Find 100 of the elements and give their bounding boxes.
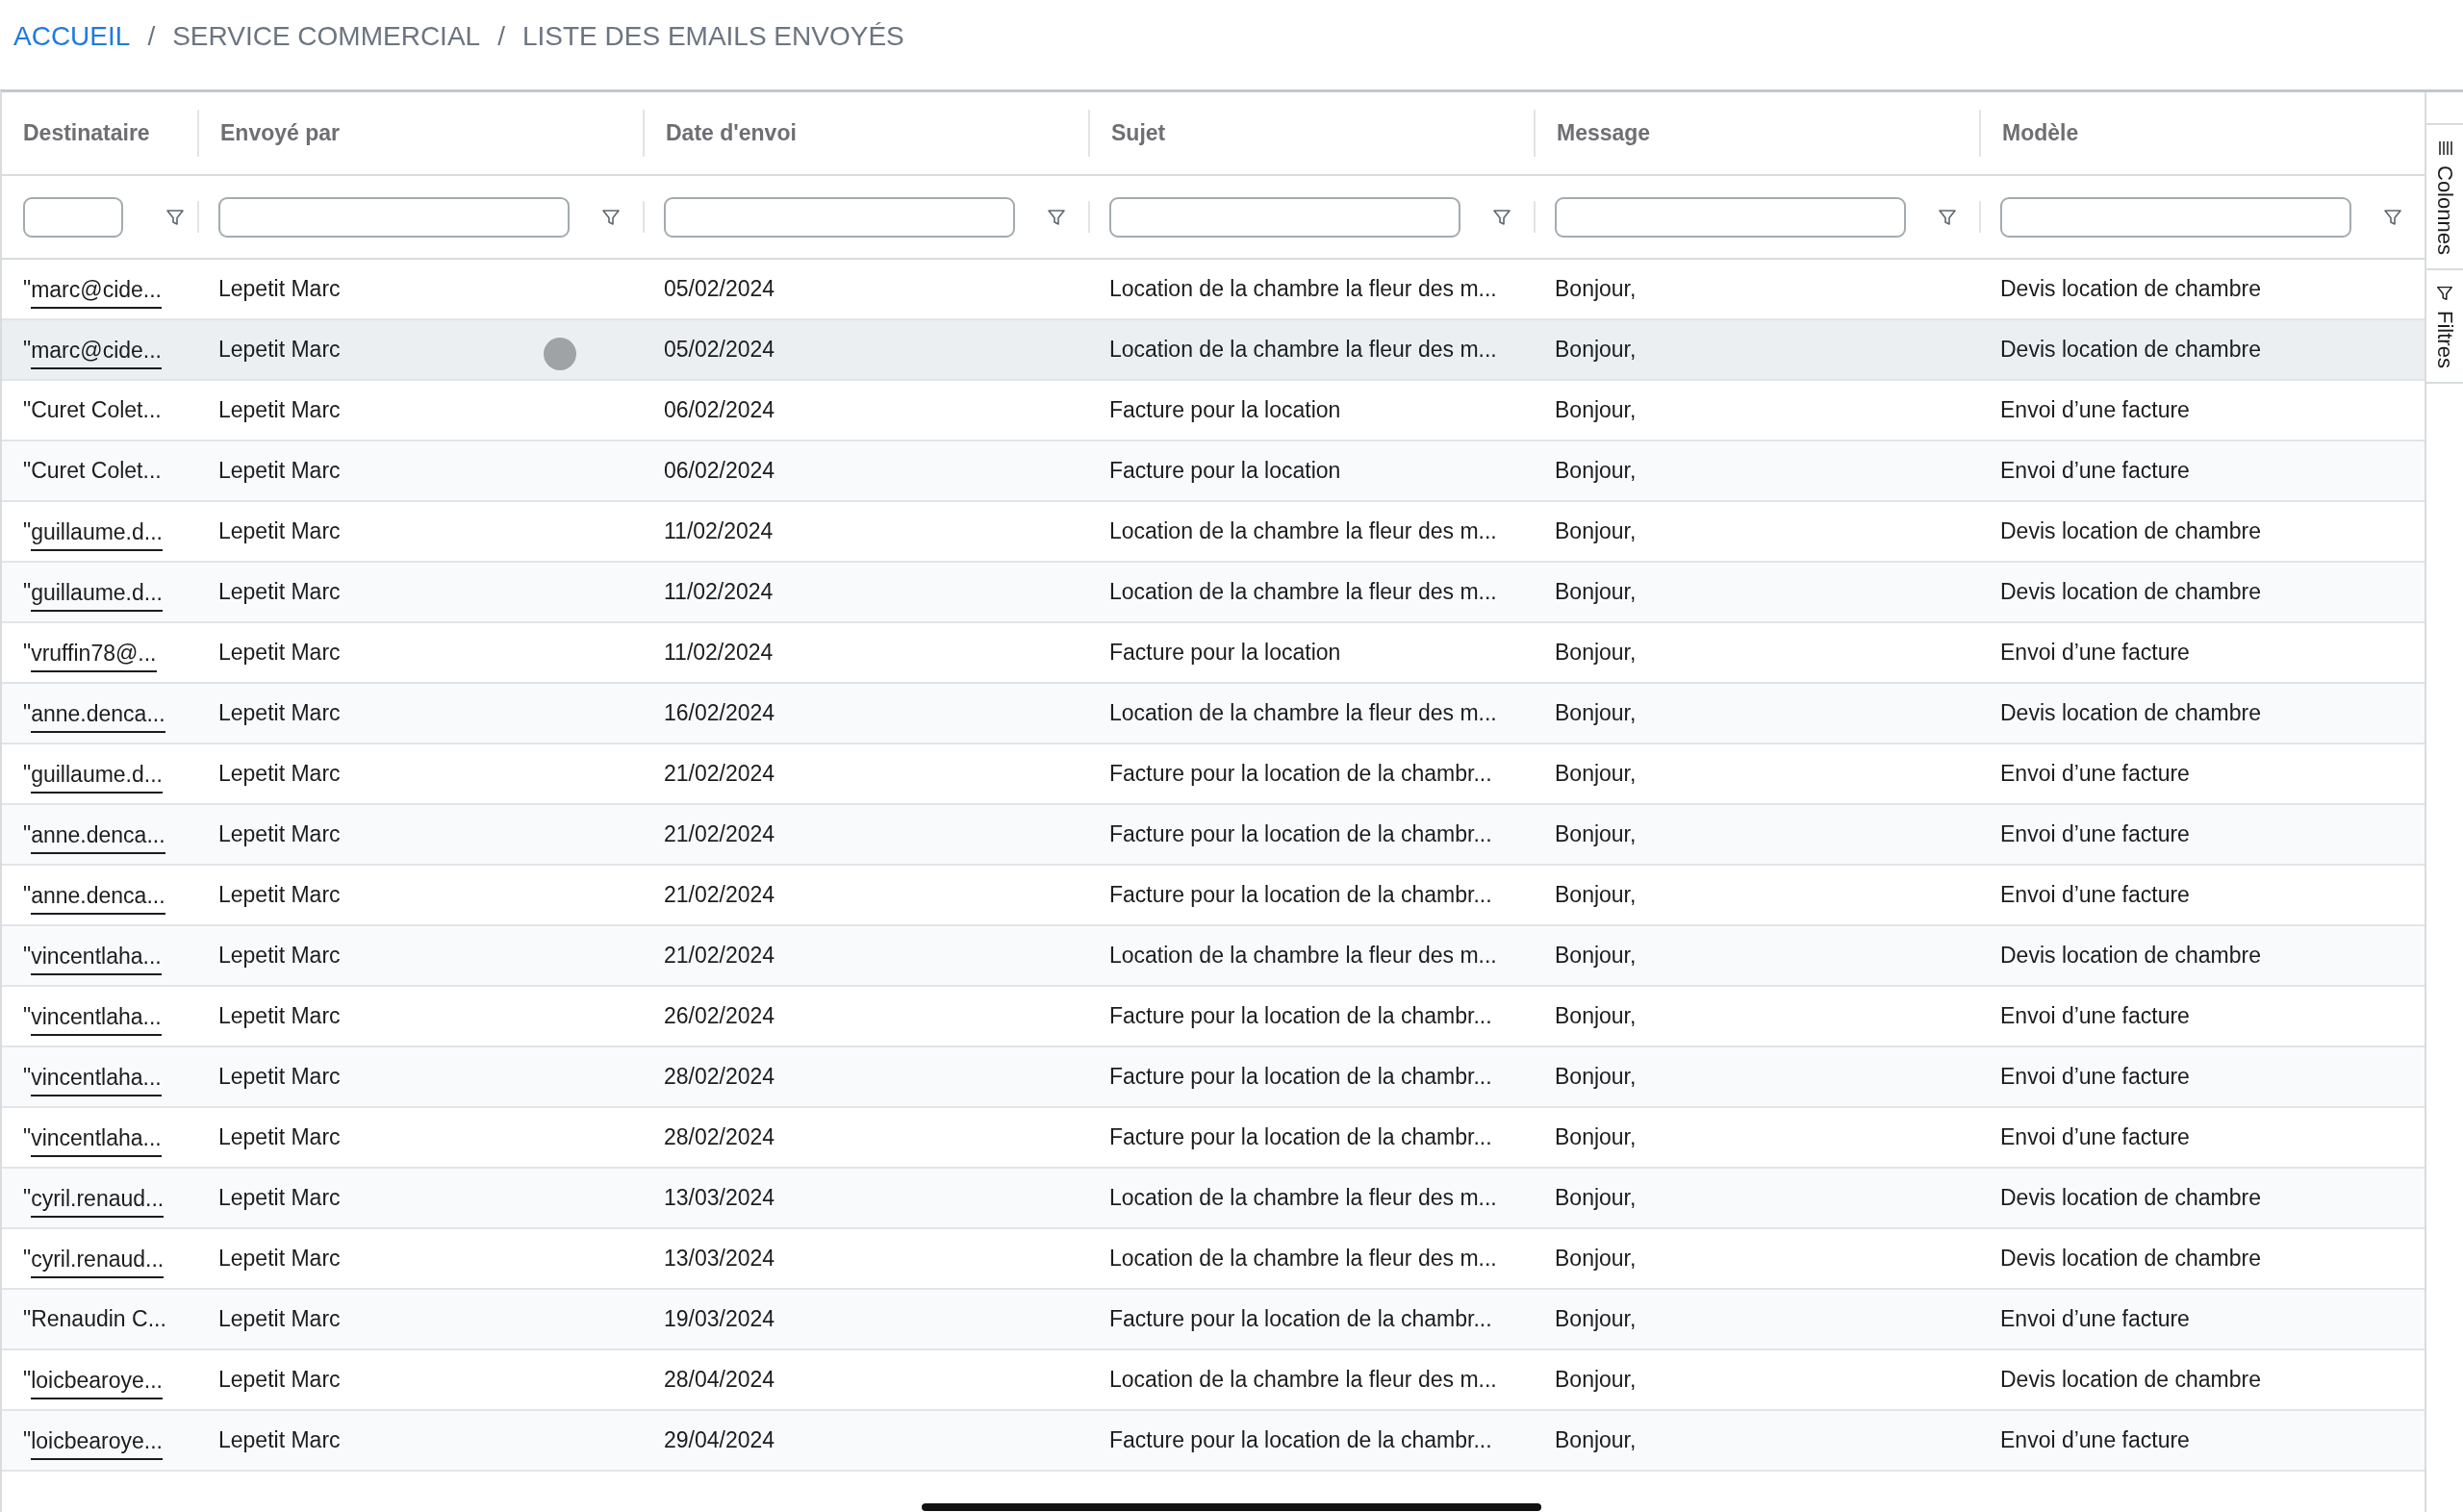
message-cell: Bonjour, [1555, 943, 1637, 969]
column-header[interactable]: Date d'envoi [666, 120, 797, 146]
template-cell: Devis location de chambre [2000, 1246, 2262, 1272]
template-cell: Devis location de chambre [2000, 1185, 2262, 1211]
recipient-link[interactable]: anne.denca... [31, 822, 165, 854]
filter-field[interactable] [1555, 196, 1906, 238]
template-cell: Envoi d’une facture [2000, 640, 2190, 666]
recipient-link[interactable]: loicbearoye... [31, 1428, 163, 1460]
message-cell: Bonjour, [1555, 1367, 1637, 1393]
date-cell: 11/02/2024 [664, 518, 774, 544]
date-cell: 21/02/2024 [664, 943, 775, 969]
table-row[interactable]: "loicbearoye... Lepetit Marc 29/04/2024 Facture pour la location de la chambr... Bonjour, Envoi d’une facture [2, 1411, 2425, 1472]
subject-cell: Location de la chambre la fleur des m... [1109, 700, 1497, 726]
recipient-link[interactable]: marc@cide... [31, 277, 162, 309]
table-row[interactable]: "vincentlaha... Lepetit Marc 21/02/2024 Location de la chambre la fleur des m... Bonjour, Devis location de chambre [2, 926, 2425, 987]
sender-cell: Lepetit Marc [218, 458, 341, 484]
recipient-link[interactable]: guillaume.d... [31, 580, 163, 612]
table-row[interactable]: "marc@cide... Lepetit Marc 05/02/2024 Location de la chambre la fleur des m... Bonjour, Devis location de chambre [2, 320, 2425, 381]
sender-cell: Lepetit Marc [218, 276, 341, 302]
filter-field[interactable] [664, 196, 1015, 238]
filter-field[interactable] [1109, 196, 1460, 238]
table-row[interactable]: "anne.denca... Lepetit Marc 16/02/2024 Location de la chambre la fleur des m... Bonjour, Devis location de chambre [2, 684, 2425, 744]
quote-mark: " [23, 1003, 32, 1029]
message-cell: Bonjour, [1555, 458, 1637, 484]
date-cell: 11/02/2024 [664, 579, 774, 605]
filter-field[interactable] [23, 196, 123, 238]
date-cell: 19/03/2024 [664, 1306, 775, 1332]
quote-mark: " [23, 276, 32, 302]
sender-cell: Lepetit Marc [218, 337, 341, 363]
table-row[interactable]: "cyril.renaud... Lepetit Marc 13/03/2024 Location de la chambre la fleur des m... Bonjour, Devis location de chambre [2, 1169, 2425, 1229]
quote-mark: " [23, 518, 32, 543]
recipient-link[interactable]: vincentlaha... [31, 1065, 162, 1096]
recipient-link[interactable]: guillaume.d... [31, 762, 163, 794]
message-cell: Bonjour, [1555, 1246, 1637, 1272]
subject-cell: Location de la chambre la fleur des m... [1109, 276, 1497, 302]
column-header[interactable]: Envoyé par [220, 120, 340, 146]
sender-cell: Lepetit Marc [218, 761, 341, 787]
recipient-link[interactable]: marc@cide... [31, 338, 162, 369]
quote-mark: " [23, 337, 32, 363]
sender-cell: Lepetit Marc [218, 1306, 341, 1332]
date-cell: 28/04/2024 [664, 1367, 775, 1393]
column-header[interactable]: Sujet [1111, 120, 1166, 146]
breadcrumb-link[interactable]: ACCUEIL [13, 21, 131, 52]
table-row[interactable]: "vincentlaha... Lepetit Marc 28/02/2024 Facture pour la location de la chambr... Bonjour, Envoi d’une facture [2, 1047, 2425, 1108]
breadcrumb-item: SERVICE COMMERCIAL [172, 21, 481, 52]
breadcrumb-separator: / [497, 21, 505, 52]
subject-cell: Location de la chambre la fleur des m... [1109, 518, 1497, 544]
message-cell: Bonjour, [1555, 1124, 1637, 1150]
recipient-text: "Curet Colet... [23, 458, 162, 484]
message-cell: Bonjour, [1555, 1306, 1637, 1332]
column-header[interactable]: Message [1557, 120, 1651, 146]
date-cell: 13/03/2024 [664, 1185, 775, 1211]
subject-cell: Facture pour la location [1109, 397, 1341, 423]
sender-cell: Lepetit Marc [218, 943, 341, 969]
sender-cell: Lepetit Marc [218, 882, 341, 908]
recipient-link[interactable]: vincentlaha... [31, 1125, 162, 1157]
sender-cell: Lepetit Marc [218, 518, 341, 544]
sender-cell: Lepetit Marc [218, 1124, 341, 1150]
recipient-text: "Renaudin C... [23, 1306, 166, 1332]
date-cell: 21/02/2024 [664, 821, 775, 847]
column-header[interactable]: Modèle [2002, 120, 2079, 146]
filter-field[interactable] [218, 196, 570, 238]
message-cell: Bonjour, [1555, 579, 1637, 605]
quote-mark: " [23, 1427, 32, 1452]
quote-mark: " [23, 943, 32, 969]
quote-mark: " [23, 882, 32, 908]
message-cell: Bonjour, [1555, 761, 1637, 787]
recipient-link[interactable]: anne.denca... [31, 883, 165, 915]
subject-cell: Location de la chambre la fleur des m... [1109, 943, 1497, 969]
recipient-link[interactable]: loicbearoye... [31, 1368, 163, 1399]
message-cell: Bonjour, [1555, 882, 1637, 908]
column-header[interactable]: Destinataire [23, 120, 150, 146]
template-cell: Devis location de chambre [2000, 579, 2262, 605]
recipient-text: "Curet Colet... [23, 397, 162, 423]
table-row[interactable]: "Curet Colet... Lepetit Marc 06/02/2024 Facture pour la location Bonjour, Envoi d’une facture [2, 441, 2425, 502]
sender-cell: Lepetit Marc [218, 1246, 341, 1272]
message-cell: Bonjour, [1555, 1185, 1637, 1211]
table-row[interactable]: "Renaudin C... Lepetit Marc 19/03/2024 Facture pour la location de la chambr... Bonjour, Envoi d’une facture [2, 1290, 2425, 1350]
template-cell: Envoi d’une facture [2000, 1306, 2190, 1332]
recipient-link[interactable]: cyril.renaud... [31, 1186, 165, 1218]
template-cell: Envoi d’une facture [2000, 882, 2190, 908]
recipient-link[interactable]: cyril.renaud... [31, 1247, 165, 1278]
recipient-link[interactable]: anne.denca... [31, 701, 165, 733]
recipient-link[interactable]: vincentlaha... [31, 944, 162, 975]
sender-cell: Lepetit Marc [218, 1367, 341, 1393]
table-row[interactable]: "anne.denca... Lepetit Marc 21/02/2024 Facture pour la location de la chambr... Bonjour, Envoi d’une facture [2, 805, 2425, 866]
date-cell: 05/02/2024 [664, 337, 775, 363]
quote-mark: " [23, 1367, 32, 1392]
sender-cell: Lepetit Marc [218, 700, 341, 726]
date-cell: 06/02/2024 [664, 397, 775, 423]
recipient-link[interactable]: guillaume.d... [31, 519, 163, 551]
sender-cell: Lepetit Marc [218, 821, 341, 847]
recipient-link[interactable]: vincentlaha... [31, 1004, 162, 1036]
recipient-link[interactable]: vruffin78@... [31, 641, 157, 672]
filter-field[interactable] [2000, 196, 2351, 238]
table-row[interactable]: "guillaume.d... Lepetit Marc 11/02/2024 Location de la chambre la fleur des m... Bonjour, Devis location de chambre [2, 563, 2425, 623]
message-cell: Bonjour, [1555, 821, 1637, 847]
date-cell: 11/02/2024 [664, 640, 774, 666]
template-cell: Envoi d’une facture [2000, 397, 2190, 423]
sender-cell: Lepetit Marc [218, 1003, 341, 1029]
